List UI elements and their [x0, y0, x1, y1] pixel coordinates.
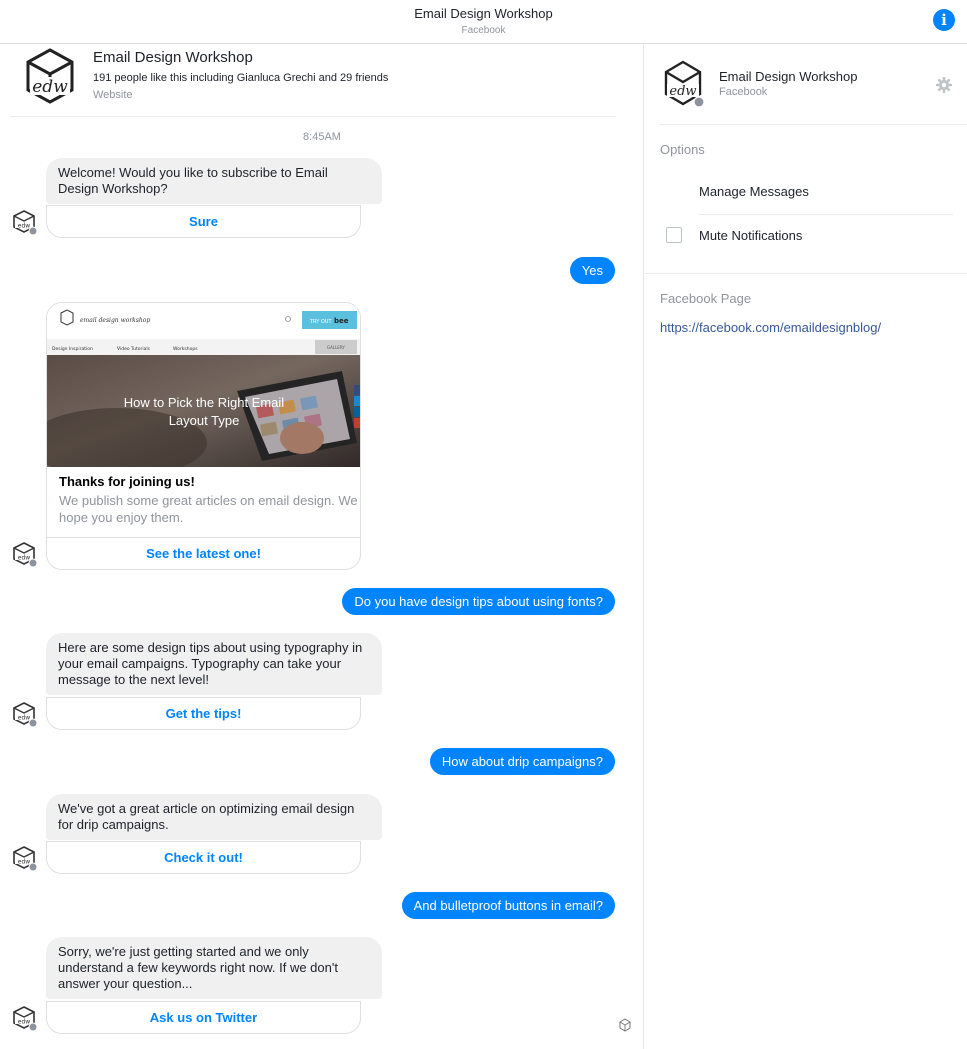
- svg-text:bee: bee: [334, 317, 349, 325]
- divider: [699, 214, 953, 215]
- article-card: email design workshop TRY OUT bee Design…: [46, 302, 361, 570]
- sure-button[interactable]: Sure: [46, 205, 361, 238]
- svg-text:GALLERY: GALLERY: [327, 345, 345, 350]
- svg-text:edw: edw: [32, 77, 68, 97]
- svg-text:edw: edw: [18, 715, 31, 722]
- svg-text:edw: edw: [18, 1019, 31, 1026]
- card-subtitle: We publish some great articles on email …: [59, 493, 358, 525]
- svg-text:How to Pick the Right Email: How to Pick the Right Email: [124, 395, 285, 410]
- edw-logo-icon: edw: [26, 48, 74, 104]
- svg-text:email design workshop: email design workshop: [80, 317, 150, 324]
- bot-avatar-icon: edw: [13, 1006, 38, 1032]
- get-tips-button[interactable]: Get the tips!: [46, 697, 361, 730]
- info-panel: edw Email Design Workshop Facebook Optio…: [645, 45, 967, 1049]
- panel-page-subtitle: Facebook: [719, 86, 768, 98]
- chat-subtitle: Facebook: [461, 25, 506, 36]
- manage-messages-item[interactable]: Manage Messages: [699, 184, 809, 199]
- bot-avatar-icon: edw: [13, 846, 38, 872]
- options-label: Options: [660, 142, 705, 157]
- top-bar: Email Design Workshop Facebook i: [0, 0, 967, 44]
- gear-icon[interactable]: [935, 76, 953, 94]
- bot-message-typography: Here are some design tips about using ty…: [46, 633, 382, 695]
- svg-text:Workshops: Workshops: [173, 346, 198, 352]
- bot-message-drip: We've got a great article on optimizing …: [46, 794, 382, 840]
- ask-twitter-button[interactable]: Ask us on Twitter: [46, 1001, 361, 1034]
- svg-text:Video Tutorials: Video Tutorials: [117, 346, 151, 352]
- user-message-fonts: Do you have design tips about using font…: [342, 588, 615, 615]
- check-it-out-button[interactable]: Check it out!: [46, 841, 361, 874]
- panel-header: edw Email Design Workshop Facebook: [660, 45, 967, 125]
- bot-avatar-icon: edw: [13, 210, 38, 236]
- mute-notifications-item[interactable]: Mute Notifications: [699, 228, 802, 243]
- info-icon[interactable]: i: [933, 9, 955, 31]
- divider: [645, 273, 967, 274]
- svg-text:edw: edw: [18, 223, 31, 230]
- svg-text:edw: edw: [18, 555, 31, 562]
- panel-page-name[interactable]: Email Design Workshop: [719, 69, 857, 84]
- chat-title: Email Design Workshop: [414, 6, 553, 21]
- conversation-pane: edw Email Design Workshop 191 people lik…: [0, 45, 644, 1049]
- page-likes: 191 people like this including Gianluca …: [93, 72, 389, 84]
- timestamp: 8:45AM: [303, 131, 341, 143]
- mute-checkbox[interactable]: [666, 227, 682, 243]
- see-latest-button[interactable]: See the latest one!: [47, 537, 360, 569]
- card-title: Thanks for joining us!: [59, 474, 195, 489]
- bot-avatar-icon: edw: [13, 542, 38, 568]
- svg-text:Layout Type: Layout Type: [169, 413, 240, 428]
- svg-text:TRY OUT: TRY OUT: [309, 319, 332, 325]
- facebook-page-label: Facebook Page: [660, 291, 752, 306]
- facebook-page-link[interactable]: https://facebook.com/emaildesignblog/: [660, 320, 881, 335]
- bot-message-welcome: Welcome! Would you like to subscribe to …: [46, 158, 382, 204]
- svg-text:edw: edw: [18, 859, 31, 866]
- user-message-buttons: And bulletproof buttons in email?: [401, 892, 615, 919]
- bot-avatar-icon: edw: [13, 702, 38, 728]
- user-message-drip: How about drip campaigns?: [429, 748, 615, 775]
- seen-avatar-icon: [619, 1018, 631, 1032]
- page-header: edw Email Design Workshop 191 people lik…: [10, 45, 616, 117]
- bot-message-sorry: Sorry, we're just getting started and we…: [46, 937, 382, 999]
- svg-text:Design Inspiration: Design Inspiration: [52, 346, 93, 352]
- article-card-image[interactable]: email design workshop TRY OUT bee Design…: [47, 303, 360, 467]
- page-name[interactable]: Email Design Workshop: [93, 49, 253, 66]
- edw-logo-icon: edw: [664, 60, 705, 108]
- svg-text:edw: edw: [669, 84, 696, 99]
- page-category: Website: [93, 89, 133, 101]
- user-message-yes: Yes: [569, 257, 615, 284]
